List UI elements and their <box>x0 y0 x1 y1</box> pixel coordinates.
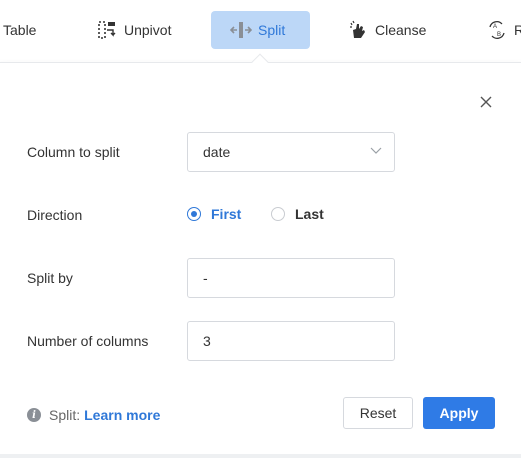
column-to-split-value: date <box>203 144 231 160</box>
split-icon <box>230 19 252 41</box>
direction-first-radio[interactable]: First <box>187 206 241 222</box>
number-of-columns-label: Number of columns <box>27 333 149 349</box>
reset-button[interactable]: Reset <box>343 397 413 429</box>
toolbar-item-unpivot[interactable]: Unpivot <box>96 11 171 49</box>
toolbar: Table Unpivot Split Cleanse A B R <box>0 0 521 62</box>
column-to-split-select[interactable]: date <box>187 132 395 172</box>
toolbar-item-label: Cleanse <box>375 22 427 38</box>
toolbar-item-label: Split <box>258 22 286 38</box>
toolbar-item-label: Table <box>3 22 37 38</box>
toolbar-item-label: R <box>514 22 521 38</box>
cleanse-icon <box>347 19 369 41</box>
toolbar-item-cleanse[interactable]: Cleanse <box>347 11 426 49</box>
unpivot-icon <box>96 19 118 41</box>
radio-dot <box>271 207 285 221</box>
direction-last-label: Last <box>295 206 324 222</box>
close-icon <box>480 96 492 108</box>
split-info-prefix: Split: <box>49 407 81 423</box>
number-of-columns-value: 3 <box>203 333 211 349</box>
number-of-columns-input[interactable]: 3 <box>187 321 395 361</box>
direction-last-radio[interactable]: Last <box>271 206 324 222</box>
toolbar-item-rename[interactable]: A B R <box>486 11 521 49</box>
direction-label: Direction <box>27 207 83 223</box>
toolbar-item-split[interactable]: Split <box>211 11 310 49</box>
svg-text:A: A <box>493 24 497 30</box>
svg-text:B: B <box>497 32 501 38</box>
radio-dot <box>187 207 201 221</box>
chevron-down-icon <box>370 147 382 154</box>
column-to-split-label: Column to split <box>27 144 120 160</box>
split-by-value: - <box>203 270 208 286</box>
split-by-input[interactable]: - <box>187 258 395 298</box>
bottom-divider <box>0 454 521 458</box>
learn-more-link[interactable]: Learn more <box>84 407 160 423</box>
close-button[interactable] <box>477 93 495 111</box>
info-icon: i <box>27 408 41 422</box>
split-by-label: Split by <box>27 270 73 286</box>
toolbar-item-table[interactable]: Table <box>3 11 36 49</box>
rename-icon: A B <box>486 19 508 41</box>
toolbar-item-label: Unpivot <box>124 22 172 38</box>
split-panel: Column to split date Direction First Las… <box>0 53 521 454</box>
split-info: i Split: Learn more <box>27 407 160 423</box>
direction-first-label: First <box>211 206 242 222</box>
apply-button[interactable]: Apply <box>423 397 495 429</box>
